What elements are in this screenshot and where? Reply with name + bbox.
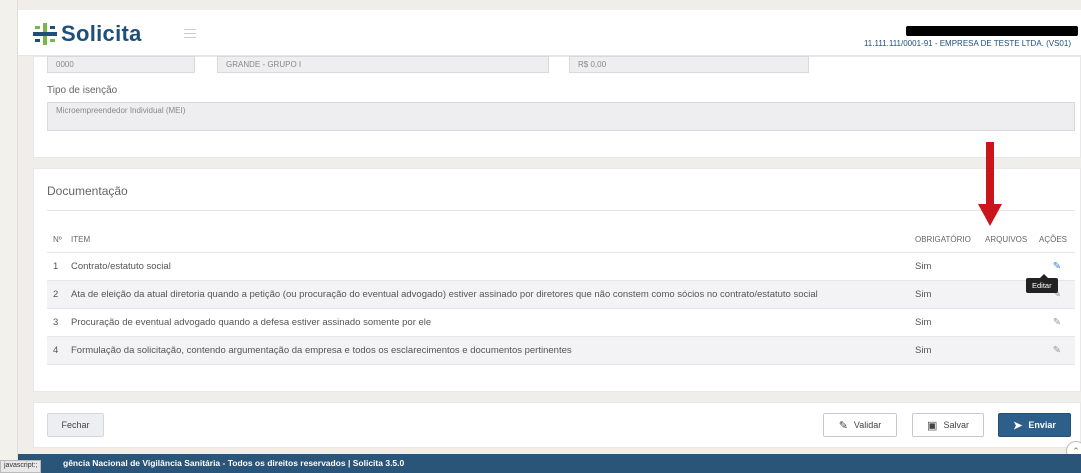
edit-pencil-icon[interactable]: ✎ [1053,261,1061,272]
row-required: Sim [915,280,985,309]
row-item: Formulação da solicitação, contendo argu… [71,336,915,365]
page-footer: gência Nacional de Vigilância Sanitária … [18,454,1081,473]
table-row: 2 Ata de eleição da atual diretoria quan… [47,280,1075,309]
col-header-actions: AÇÕES [1039,228,1075,253]
row-required: Sim [915,308,985,337]
send-button[interactable]: ➤ Enviar [998,413,1071,437]
menu-toggle-icon[interactable] [184,29,196,41]
row-number: 1 [47,252,71,281]
exemption-type-label: Tipo de isenção [47,85,118,96]
validate-button[interactable]: ✎ Validar [823,413,897,437]
company-info: 11.111.111/0001-91 - EMPRESA DE TESTE LT… [863,39,1071,48]
company-size-field: GRANDE - GRUPO I [217,56,549,73]
save-button[interactable]: ▣ Salvar [912,413,984,437]
close-label: Fechar [61,420,90,430]
validate-label: Validar [853,420,882,430]
annotation-arrow-head [978,204,1002,226]
annotation-arrow-icon [986,142,994,206]
row-actions: ✎ [1039,308,1075,337]
edit-pencil-icon[interactable]: ✎ [1053,345,1061,356]
row-files [985,336,1039,365]
amount-field: R$ 0,00 [569,56,809,73]
save-icon: ▣ [927,419,938,432]
table-row: 1 Contrato/estatuto social Sim ✎ [47,252,1075,281]
send-arrow-icon: ➤ [1013,419,1023,432]
top-bar: Solicita ✓ 11.111.111/0001-91 - EMPRESA … [18,10,1081,56]
edit-tooltip: Editar [1026,274,1058,293]
close-button[interactable]: Fechar [47,413,104,437]
left-rail [0,0,18,473]
col-header-required: OBRIGATÓRIO [915,228,985,253]
row-number: 4 [47,336,71,365]
col-header-item: ITEM [71,228,915,253]
app-name: Solicita [61,21,142,46]
row-item: Procuração de eventual advogado quando a… [71,308,915,337]
validate-icon: ✎ [838,419,848,432]
send-label: Enviar [1028,420,1056,430]
row-number: 2 [47,280,71,309]
col-header-number: Nº [47,228,71,253]
col-header-files: ARQUIVOS [985,228,1039,253]
documentation-title: Documentação [47,184,128,198]
row-files [985,308,1039,337]
code-field: 0000 [47,56,195,73]
divider [47,210,1075,211]
browser-status-tip: javascript:; [0,460,42,473]
save-label: Salvar [943,420,969,430]
row-required: Sim [915,336,985,365]
documentation-table: Nº ITEM OBRIGATÓRIO ARQUIVOS AÇÕES 1 Con… [47,228,1075,365]
row-actions: ✎ [1039,336,1075,365]
table-row: 3 Procuração de eventual advogado quando… [47,308,1075,337]
table-row: 4 Formulação da solicitação, contendo ar… [47,336,1075,365]
actions-panel: Fechar ✎ Validar ▣ Salvar ➤ Enviar [33,402,1081,448]
table-header-row: Nº ITEM OBRIGATÓRIO ARQUIVOS AÇÕES [47,228,1075,253]
row-item: Contrato/estatuto social [71,252,915,281]
exemption-type-field: Microempreendedor Individual (MEI) [47,102,1075,131]
edit-pencil-icon[interactable]: ✎ [1053,317,1061,328]
row-item: Ata de eleição da atual diretoria quando… [71,280,915,309]
documentation-panel: Documentação Nº ITEM OBRIGATÓRIO ARQUIVO… [33,168,1081,392]
row-number: 3 [47,308,71,337]
row-required: Sim [915,252,985,281]
solicita-logo-icon [33,23,57,45]
logo[interactable]: Solicita [33,21,142,47]
row-files [985,252,1039,281]
user-name-redacted[interactable] [906,26,1078,36]
request-info-panel: 0000 GRANDE - GRUPO I R$ 0,00 Tipo de is… [33,56,1081,158]
